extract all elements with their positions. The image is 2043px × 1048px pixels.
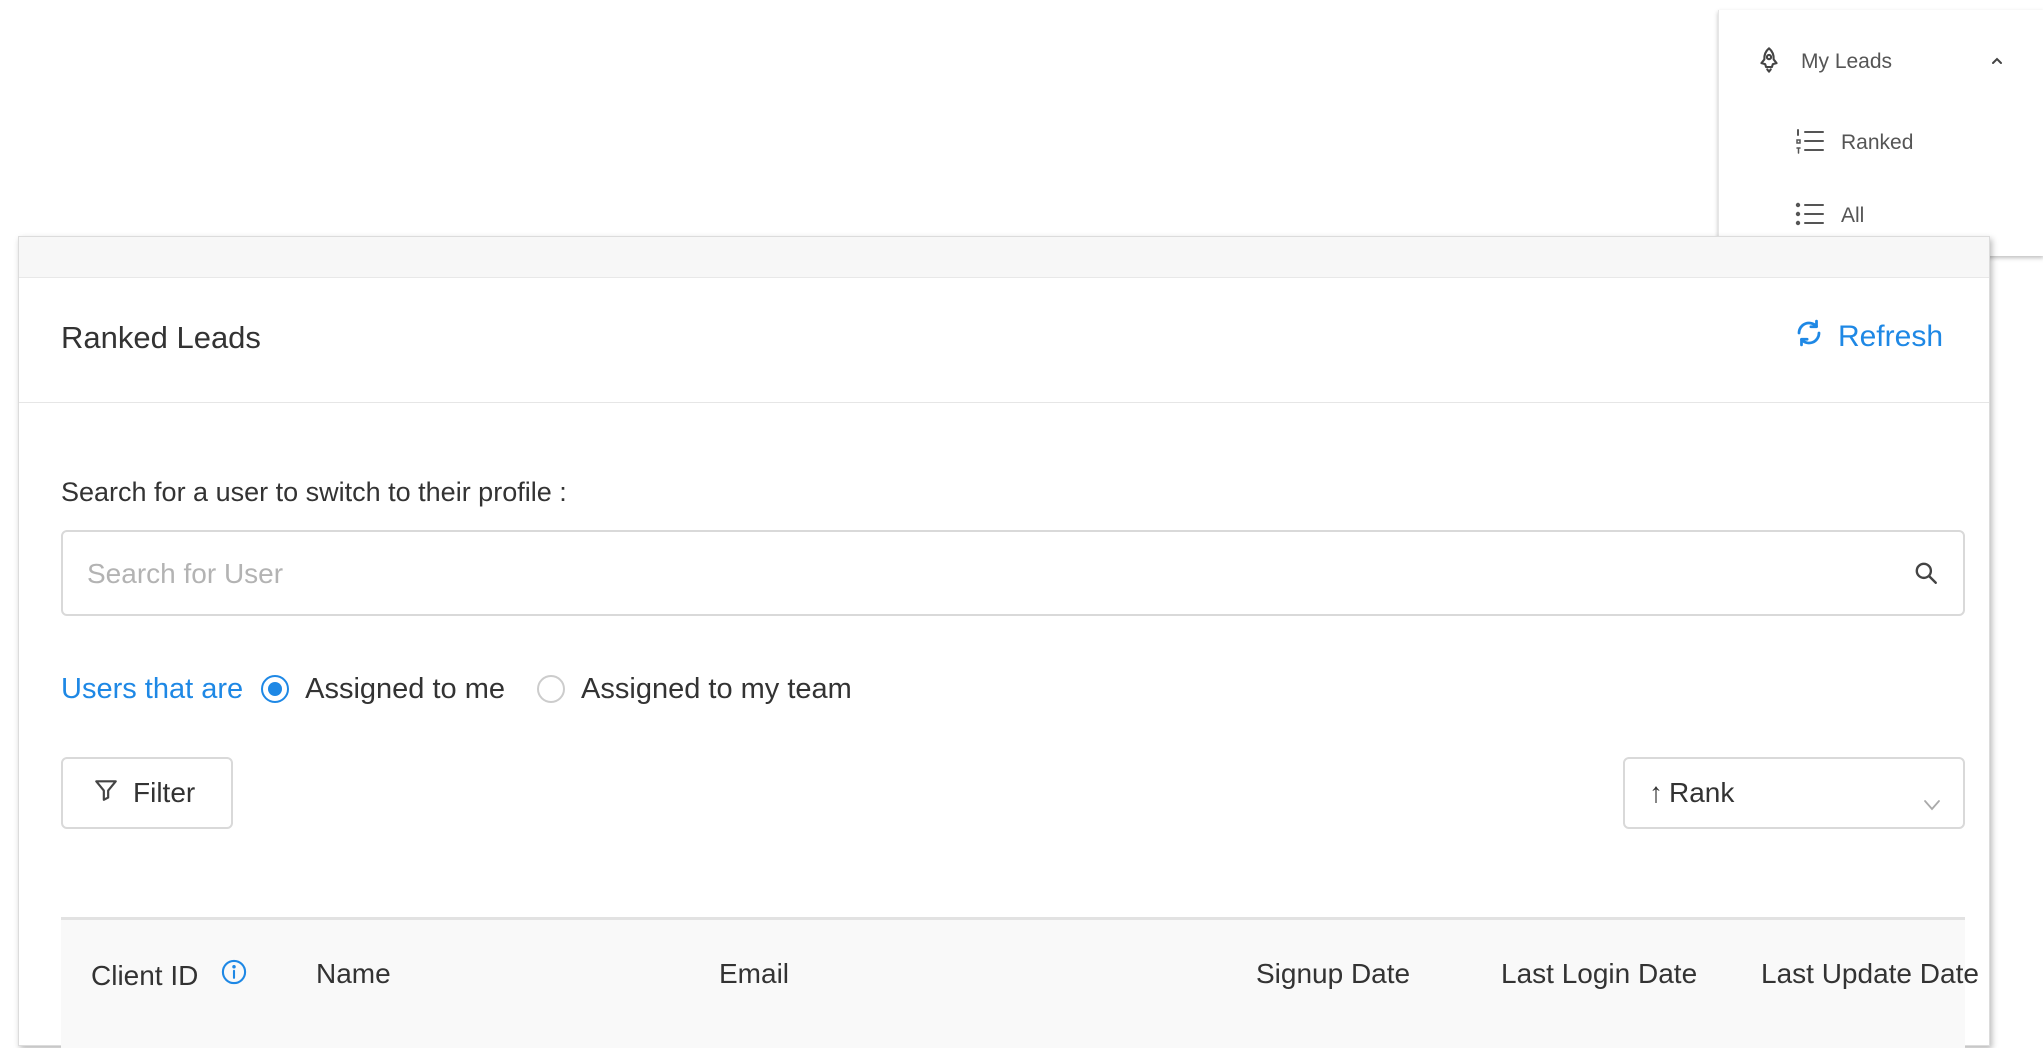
sort-select[interactable]: ↑ Rank bbox=[1623, 757, 1965, 829]
refresh-icon bbox=[1794, 318, 1838, 356]
radio-assigned-to-my-team[interactable]: Assigned to my team bbox=[537, 673, 852, 706]
column-header-client-id[interactable]: Client ID bbox=[91, 958, 248, 993]
chevron-down-icon bbox=[1923, 787, 1941, 819]
sort-selected-value: Rank bbox=[1669, 777, 1735, 808]
assignment-filter-prefix: Users that are bbox=[61, 672, 244, 705]
radio-unchecked-icon[interactable] bbox=[537, 675, 566, 703]
filter-button[interactable]: Filter bbox=[61, 757, 233, 829]
column-header-signup-date[interactable]: Signup Date bbox=[1256, 958, 1410, 990]
ranked-list-icon bbox=[1795, 128, 1825, 159]
column-header-email[interactable]: Email bbox=[719, 958, 789, 990]
sort-arrow-up-icon: ↑ bbox=[1649, 777, 1663, 808]
search-box bbox=[61, 530, 1965, 616]
refresh-button[interactable]: Refresh bbox=[1794, 318, 1943, 356]
rocket-icon bbox=[1755, 46, 1783, 79]
radio-assigned-to-me[interactable]: Assigned to me bbox=[261, 673, 505, 706]
menu-item-ranked[interactable]: Ranked bbox=[1719, 113, 2043, 173]
refresh-label: Refresh bbox=[1837, 320, 1943, 353]
menu-item-all-label: All bbox=[1841, 204, 1865, 227]
side-menu: My Leads Ranked All bbox=[1718, 10, 2043, 256]
menu-my-leads[interactable]: My Leads bbox=[1719, 32, 2043, 92]
column-header-client-id-label: Client ID bbox=[91, 959, 199, 991]
column-header-last-update-date[interactable]: Last Update Date bbox=[1761, 958, 1979, 990]
column-header-last-login-date[interactable]: Last Login Date bbox=[1501, 958, 1697, 990]
ranked-leads-card: Ranked Leads Refresh Search for a user t… bbox=[18, 236, 1990, 1048]
list-icon bbox=[1795, 201, 1825, 232]
search-input[interactable] bbox=[85, 532, 1869, 616]
card-top-strip bbox=[19, 237, 1989, 278]
chevron-up-icon[interactable] bbox=[1990, 54, 2004, 73]
search-label: Search for a user to switch to their pro… bbox=[61, 477, 567, 507]
menu-my-leads-label: My Leads bbox=[1801, 50, 1893, 73]
filter-icon bbox=[93, 777, 133, 810]
radio-checked-icon[interactable] bbox=[261, 675, 290, 703]
assignment-filter: Users that are Assigned to me Assigned t… bbox=[61, 669, 884, 709]
info-icon[interactable] bbox=[198, 958, 248, 993]
table-header: Client ID Name Email Signup Date Last Lo… bbox=[61, 917, 1979, 1048]
radio-assigned-to-me-label: Assigned to me bbox=[305, 672, 506, 705]
card-header: Ranked Leads Refresh bbox=[19, 278, 1989, 403]
column-header-name[interactable]: Name bbox=[316, 958, 391, 990]
search-icon[interactable] bbox=[1913, 560, 1939, 591]
menu-item-ranked-label: Ranked bbox=[1841, 131, 1914, 154]
radio-assigned-to-my-team-label: Assigned to my team bbox=[581, 672, 852, 705]
page-title: Ranked Leads bbox=[61, 320, 261, 355]
filter-label: Filter bbox=[133, 777, 196, 808]
